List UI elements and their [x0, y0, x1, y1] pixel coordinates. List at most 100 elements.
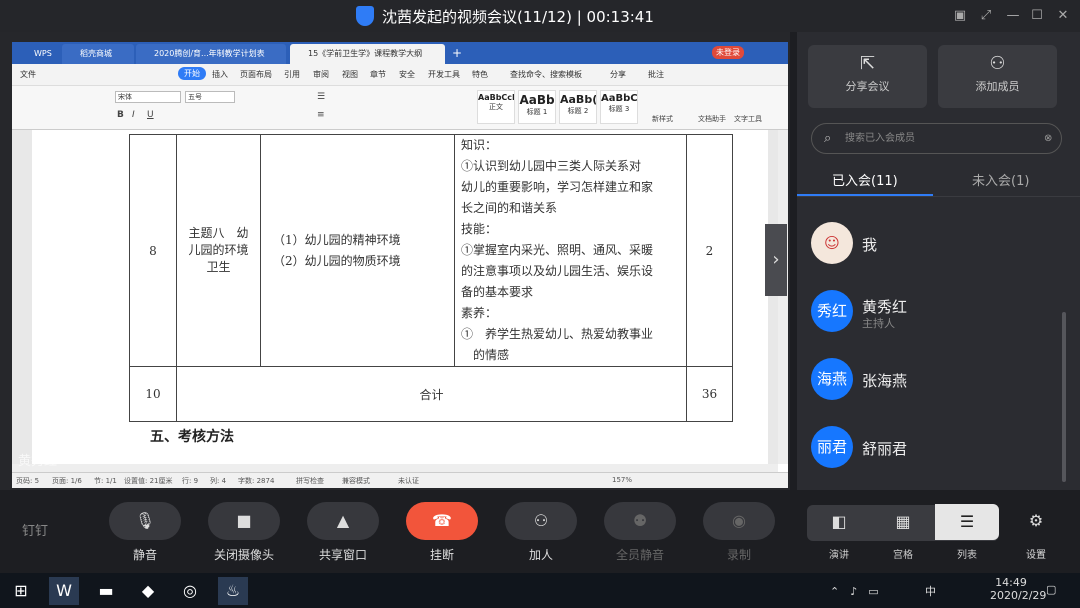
menu-reference[interactable]: 引用 [284, 69, 300, 80]
grid-view-button[interactable]: ▦ 宫格 [871, 504, 935, 561]
record-icon: ◉ [703, 502, 775, 540]
share-button[interactable]: 分享 [610, 69, 626, 80]
style-heading2[interactable]: AaBb(标题 2 [559, 90, 597, 124]
spell-check[interactable]: 拼写检查 [296, 476, 324, 486]
menu-insert[interactable]: 插入 [212, 69, 228, 80]
share-meeting-button[interactable]: ⇱ 分享会议 [808, 45, 927, 108]
ime-indicator[interactable]: 中 [925, 583, 936, 599]
speaker-name: 黄秀红 [18, 454, 58, 469]
phone-hangup-icon: ☎ [406, 502, 478, 540]
hangup-button[interactable]: ☎ 挂断 [406, 502, 478, 563]
comment-button[interactable]: 批注 [648, 69, 664, 80]
tab-joined[interactable]: 已入会(11) [832, 170, 898, 189]
mute-all-button[interactable]: ⚉ 全员静音 [604, 502, 676, 563]
goal-line: 的注意事项以及幼儿园生活、娱乐设 [461, 264, 654, 278]
mute-button[interactable]: 🎙 静音 [109, 502, 181, 563]
chevron-right-icon[interactable]: › [765, 224, 787, 296]
member-search-input[interactable]: ⌕ 搜索已入会成员 ⊗ [811, 123, 1062, 154]
members-panel: ⇱ 分享会议 ⚇ 添加成员 ⌕ 搜索已入会成员 ⊗ 已入会(11) 未入会(1) ☺… [797, 32, 1080, 490]
add-person-label: 加人 [528, 548, 553, 562]
menu-view[interactable]: 视图 [342, 69, 358, 80]
avatar: 丽君 [811, 426, 853, 468]
horizontal-scrollbar[interactable] [12, 464, 778, 472]
login-badge[interactable]: 未登录 [712, 46, 744, 59]
close-button[interactable]: ✕ [1053, 6, 1073, 26]
camera-button[interactable]: ■ 关闭摄像头 [208, 502, 280, 563]
menu-features[interactable]: 特色 [472, 69, 488, 80]
zoom-level[interactable]: 157% [612, 476, 632, 484]
screen-share-icon: ▲ [307, 502, 379, 540]
member-item[interactable]: ☺ 我 [811, 218, 1071, 268]
menu-review[interactable]: 审阅 [313, 69, 329, 80]
wps-window: WPS 稻壳商城 2020腾创/育...年制教学计划表 15《学前卫生学》课程教… [12, 42, 788, 488]
style-heading1[interactable]: AaBb 标题 1 [518, 90, 556, 124]
add-user-icon: ⚇ [989, 53, 1006, 74]
tray-icons[interactable]: ⌃ ♪ ▭ [830, 583, 879, 599]
speaker-view-button[interactable]: ◧ 演讲 [807, 504, 871, 561]
menu-file[interactable]: 文件 [20, 69, 36, 80]
speaker-view-label: 演讲 [829, 550, 849, 561]
dingtalk-icon[interactable]: ◆ [133, 577, 163, 605]
document-area[interactable]: 8 主题八 幼 儿园的环境 卫生 （1）幼儿园的精神环境 （2）幼儿园的物质环境… [12, 130, 778, 464]
command-search[interactable]: 查找命令、搜索模板 [510, 69, 582, 80]
goal-line: ①掌握室内采光、照明、通风、采暖 [461, 243, 654, 257]
fullscreen-icon[interactable]: ⤢ [976, 6, 996, 26]
tab-plan[interactable]: 2020腾创/育...年制教学计划表 [136, 44, 286, 64]
add-person-button[interactable]: ⚇ 加人 [505, 502, 577, 563]
list-view-button[interactable]: ☰ 列表 [935, 504, 999, 561]
align-icon[interactable]: ≡ [317, 110, 325, 120]
member-item[interactable]: 丽君 舒丽君 [811, 422, 1071, 472]
style-normal[interactable]: AaBbCcDd正文 [477, 90, 515, 124]
tab-not-joined[interactable]: 未入会(1) [972, 170, 1029, 189]
settings-button[interactable]: ⚙ 设置 [1000, 502, 1072, 561]
new-tab-icon[interactable]: + [452, 46, 462, 60]
menu-security[interactable]: 安全 [399, 69, 415, 80]
browser-icon[interactable]: ◎ [175, 577, 205, 605]
maximize-button[interactable]: ☐ [1027, 6, 1047, 26]
tab-daoke[interactable]: 稻壳商城 [62, 44, 134, 64]
tab-wps[interactable]: WPS [16, 44, 60, 64]
text-tools-button[interactable]: 文字工具 [734, 114, 762, 124]
bold-icon[interactable]: B [117, 110, 124, 120]
pip-icon[interactable]: ▣ [950, 6, 970, 26]
wps-ribbon: 宋体 五号 B I U ☰ ≡ AaBbCcDd正文 AaBb标题 1 AaBb… [12, 86, 788, 130]
add-member-button[interactable]: ⚇ 添加成员 [938, 45, 1057, 108]
tab-syllabus[interactable]: 15《学前卫生学》课程教学大纲 [290, 44, 445, 64]
grid-view-label: 宫格 [893, 550, 913, 561]
menu-chapter[interactable]: 章节 [370, 69, 386, 80]
microphone-icon: 🎙 [109, 502, 181, 540]
panel-scrollbar[interactable] [1062, 312, 1066, 482]
goal-line: ①认识到幼儿园中三类人际关系对 [461, 159, 642, 173]
member-name: 舒丽君 [862, 440, 908, 458]
share-window-button[interactable]: ▲ 共享窗口 [307, 502, 379, 563]
meeting-app-icon[interactable]: ♨ [218, 577, 248, 605]
font-name-select[interactable]: 宋体 [115, 91, 181, 103]
doc-assistant-button[interactable]: 文档助手 [698, 114, 726, 124]
menu-dev-tools[interactable]: 开发工具 [428, 69, 460, 80]
member-item[interactable]: 秀红 黄秀红 主持人 [811, 286, 1071, 336]
folder-icon[interactable]: ▬ [91, 577, 121, 605]
underline-icon[interactable]: U [147, 110, 154, 120]
member-item[interactable]: 海燕 张海燕 [811, 354, 1071, 404]
style-heading3[interactable]: AaBbC(标题 3 [600, 90, 638, 124]
hangup-label: 挂断 [429, 548, 454, 562]
menu-layout[interactable]: 页面布局 [240, 69, 272, 80]
member-name: 张海燕 [862, 372, 908, 390]
status-position: 设置值: 21厘米 [124, 477, 173, 485]
record-button[interactable]: ◉ 录制 [703, 502, 775, 563]
new-style-button[interactable]: 新样式 [652, 114, 673, 124]
minimize-button[interactable]: — [1003, 6, 1023, 26]
wps-app-icon[interactable]: W [49, 577, 79, 605]
list-icon[interactable]: ☰ [317, 92, 325, 102]
italic-icon[interactable]: I [132, 110, 135, 120]
avatar: 海燕 [811, 358, 853, 400]
clear-icon[interactable]: ⊗ [1044, 124, 1052, 153]
menu-home[interactable]: 开始 [178, 67, 206, 80]
vertical-scrollbar[interactable] [778, 130, 788, 464]
font-size-select[interactable]: 五号 [185, 91, 235, 103]
status-page: 页码: 5 [16, 477, 40, 485]
windows-start-icon[interactable]: ⊞ [6, 577, 36, 605]
notification-icon[interactable]: ▢ [1046, 583, 1056, 596]
member-role: 主持人 [862, 317, 895, 330]
clock[interactable]: 14:49 2020/2/29 [990, 576, 1046, 602]
